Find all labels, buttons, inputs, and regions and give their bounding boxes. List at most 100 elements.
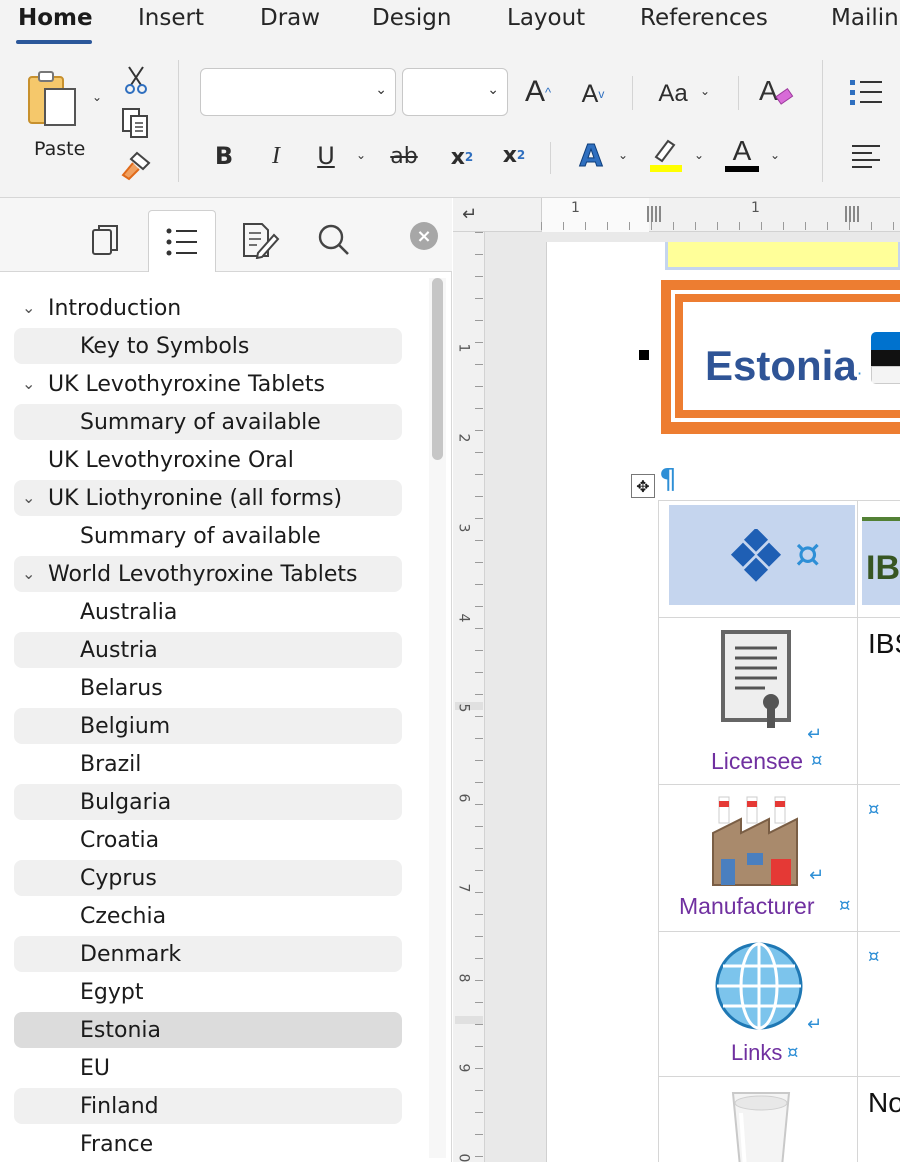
shrink-font-button[interactable]: Av [576,76,610,112]
heading-item[interactable]: Finland [14,1088,402,1124]
heading-item[interactable]: Egypt [14,974,402,1010]
column-marker[interactable] [845,206,859,222]
chevron-down-icon[interactable]: ⌄ [694,148,704,162]
chevron-down-icon[interactable]: ⌄ [22,488,35,507]
heading-item[interactable]: Summary of available [14,518,402,554]
chevron-down-icon[interactable]: ⌄ [22,298,35,317]
navigation-pane: × ⌄ Introduction Key to Symbols ⌄ UK Levothy… [0,198,452,1162]
ruler-number: 1 [571,200,580,216]
document-page[interactable]: Estonia · ✥ ¶ ¤ IB ↵ Licensee ¤ IB ↵ Man… [546,242,900,1162]
search-tab[interactable] [300,210,368,270]
thumbnails-tab[interactable] [72,210,140,270]
text-effects-button[interactable]: A [572,136,610,176]
tab-mailings[interactable]: Mailin [831,5,899,31]
strikethrough-button[interactable]: ab [384,138,424,174]
font-size-dropdown[interactable]: ⌄ [402,68,508,116]
heading-item[interactable]: Brazil [14,746,402,782]
table-cell[interactable]: ¤ [857,931,900,1077]
tab-layout[interactable]: Layout [507,5,585,31]
font-name-dropdown[interactable]: ⌄ [200,68,396,116]
heading-item-label: EU [80,1055,111,1081]
clear-formatting-button[interactable]: A [756,72,796,112]
cell-end-marker: ¤ [811,750,823,771]
table-row[interactable]: ↵ Manufacturer ¤ [658,784,858,932]
heading-item[interactable]: Croatia [14,822,402,858]
paste-options-chevron-icon[interactable]: ⌄ [92,90,102,104]
table-move-handle[interactable]: ✥ [631,474,655,498]
heading-item[interactable]: Denmark [14,936,402,972]
underline-button[interactable]: U [310,138,342,174]
superscript-button[interactable]: x2 [496,136,532,174]
underline-options-chevron-icon[interactable]: ⌄ [356,148,366,162]
format-painter-button[interactable] [118,148,154,184]
highlight-button[interactable] [646,134,686,174]
tab-draw[interactable]: Draw [260,5,320,31]
copy-button[interactable] [118,106,152,140]
subscript-button[interactable]: x2 [444,138,480,176]
heading-item[interactable]: Estonia [14,1012,402,1048]
italic-button[interactable]: I [260,138,292,174]
heading-item[interactable]: Australia [14,594,402,630]
chevron-down-icon: ⌄ [375,82,387,98]
table-row[interactable] [658,1076,858,1162]
heading-item-label: Croatia [80,827,160,853]
chevron-down-icon[interactable]: ⌄ [700,84,710,98]
change-case-button[interactable]: Aa [652,76,694,112]
table-cell[interactable]: ¤ [857,784,900,932]
heading-item[interactable]: Cyprus [14,860,402,896]
chevron-down-icon[interactable]: ⌄ [22,374,35,393]
heading-item[interactable]: ⌄ UK Liothyronine (all forms) [14,480,402,516]
tab-insert[interactable]: Insert [138,5,204,31]
document-edit-tab[interactable] [226,210,294,270]
tab-home[interactable]: Home [18,5,93,31]
paragraph-mark: ¶ [659,462,677,495]
tab-references[interactable]: References [640,5,768,31]
table-header-cell[interactable]: ¤ [658,500,858,618]
heading-item[interactable]: UK Levothyroxine Oral [14,442,402,478]
ruler-ticks [541,222,900,230]
heading-item[interactable]: Key to Symbols [14,328,402,364]
table-row[interactable]: ↵ Links ¤ [658,931,858,1077]
table-cell[interactable]: No [857,1076,900,1162]
tab-stop-icon[interactable]: ↵ [462,204,477,225]
table-cell[interactable]: IBS [857,617,900,785]
search-icon [318,224,349,255]
heading-item[interactable]: Bulgaria [14,784,402,820]
heading-item[interactable]: Belarus [14,670,402,706]
bullets-button[interactable] [846,72,886,112]
headings-tab[interactable] [148,210,216,272]
heading-item[interactable]: Summary of available [14,404,402,440]
vertical-ruler[interactable]: 1 2 3 4 5 6 7 8 9 0 [453,232,485,1162]
font-color-button[interactable]: A [722,132,762,176]
heading-item[interactable]: EU [14,1050,402,1086]
tab-design[interactable]: Design [372,5,451,31]
table-header-cell[interactable]: IB [857,500,900,618]
scroll-thumb[interactable] [432,278,443,460]
paste-button[interactable] [24,68,86,132]
cut-button[interactable] [120,64,152,96]
certificate-icon [721,630,791,728]
close-pane-button[interactable]: × [410,222,438,250]
heading-item-label: Finland [80,1093,159,1119]
chevron-down-icon[interactable]: ⌄ [770,148,780,162]
chevron-down-icon[interactable]: ⌄ [618,148,628,162]
heading-item[interactable]: ⌄ Introduction [14,290,402,326]
row-value: IBS [868,628,900,659]
heading-item[interactable]: Czechia [14,898,402,934]
ruler-number: 7 [455,883,472,893]
heading-item[interactable]: ⌄ World Levothyroxine Tablets [14,556,402,592]
header-cell-text: IB [866,549,900,587]
horizontal-ruler[interactable]: ↵ 1 1 [453,198,900,232]
pane-scrollbar[interactable] [429,278,446,1158]
chevron-down-icon[interactable]: ⌄ [22,564,35,583]
heading-item[interactable]: ⌄ UK Levothyroxine Tablets [14,366,402,402]
heading-item[interactable]: Belgium [14,708,402,744]
grow-font-button[interactable]: A ^ [520,72,556,112]
heading-item[interactable]: France [14,1126,402,1162]
bold-button[interactable]: B [208,138,240,174]
heading-item[interactable]: Austria [14,632,402,668]
grow-font-icon: A [524,75,545,108]
table-row[interactable]: ↵ Licensee ¤ [658,617,858,785]
align-left-button[interactable] [846,138,886,174]
column-marker[interactable] [647,206,661,222]
